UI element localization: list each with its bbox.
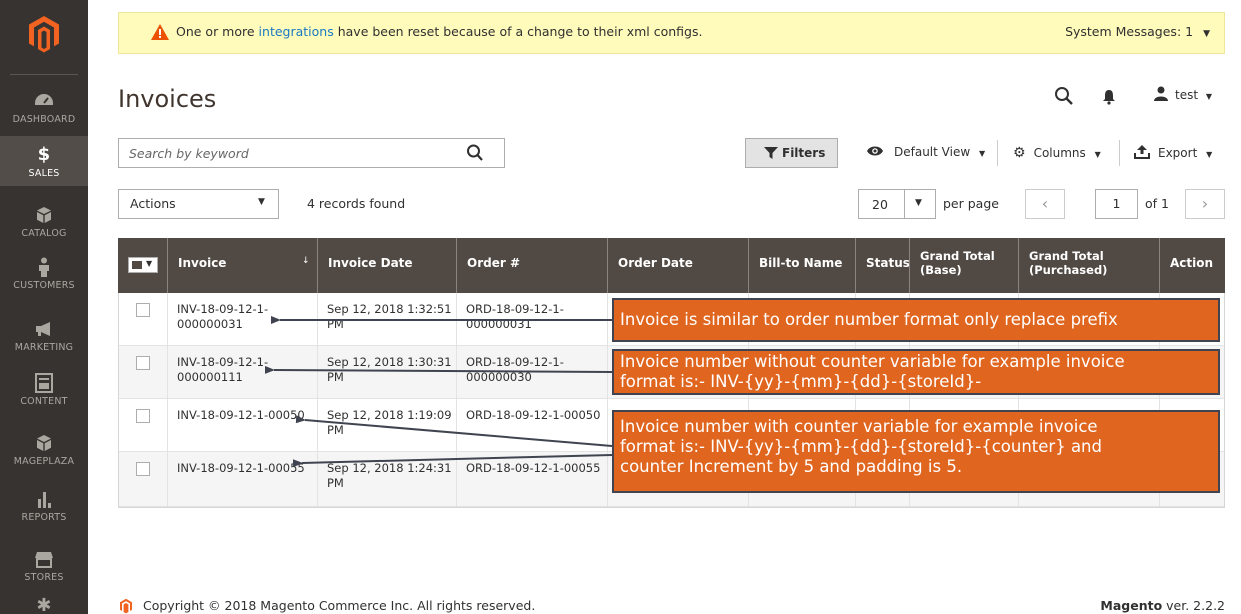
version-text: Magento ver. 2.2.2 [1100, 598, 1225, 613]
arrow-row-4 [292, 454, 613, 468]
callout-with-counter: Invoice number with counter variable for… [612, 410, 1220, 493]
callout-same-format: Invoice is similar to order number forma… [612, 298, 1220, 342]
arrow-row-3 [295, 415, 613, 447]
arrow-row-2 [264, 365, 613, 374]
callout-without-counter: Invoice number without counter variable … [612, 349, 1220, 395]
copyright-text: Copyright © 2018 Magento Commerce Inc. A… [143, 598, 536, 613]
magento-footer-logo [120, 598, 132, 614]
